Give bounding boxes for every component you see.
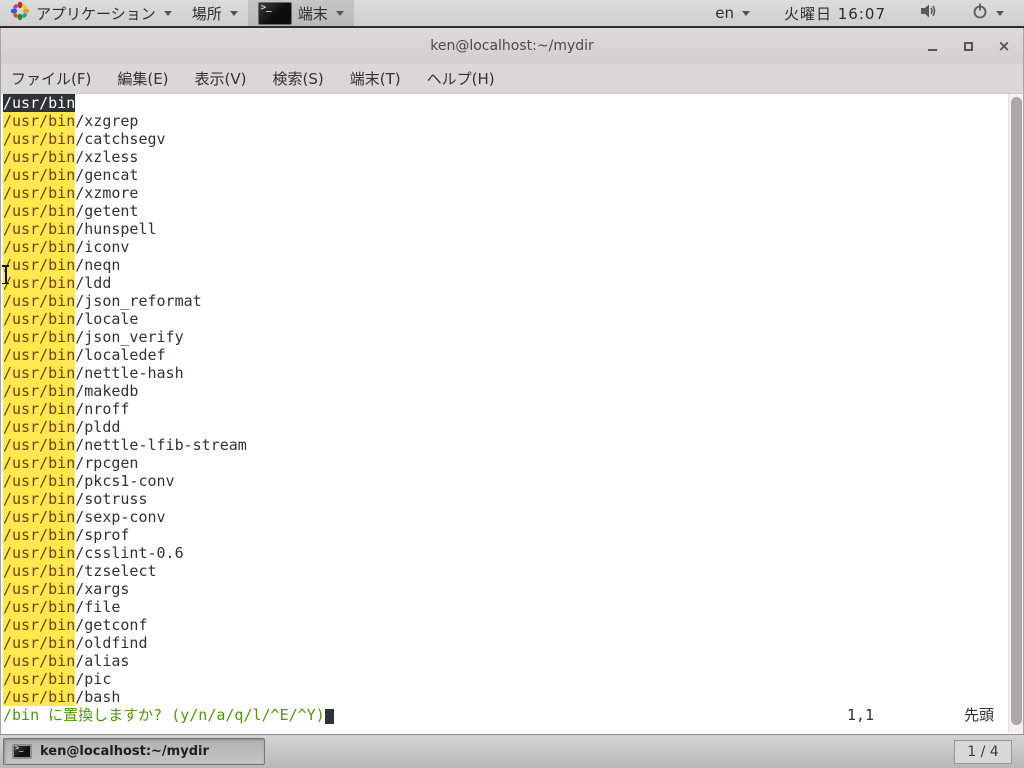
terminal-line: /usr/bin/nettle-lfib-stream <box>3 436 247 454</box>
menu-item-1[interactable]: 編集(E) <box>117 68 168 89</box>
clock[interactable]: 火曜日 16:07 <box>774 0 896 26</box>
terminal-line: /usr/bin/xargs <box>3 580 130 598</box>
terminal-line: /usr/bin/hunspell <box>3 220 157 238</box>
terminal-window-icon: >_ <box>257 1 292 25</box>
terminal-line: /usr/bin/nroff <box>3 400 130 418</box>
applications-menu[interactable]: アプリケーション <box>0 0 182 26</box>
terminal-app-menu[interactable]: >_ 端末 <box>247 0 354 26</box>
terminal-line: /usr/bin/makedb <box>3 382 139 400</box>
workspace-indicator-label: 1 / 4 <box>967 744 999 760</box>
terminal-line: /usr/bin/rpcgen <box>3 454 139 472</box>
terminal-line: /usr/bin/bash <box>3 688 121 706</box>
terminal-line: /usr/bin/pic <box>3 670 112 688</box>
terminal-line: /usr/bin/getent <box>3 202 139 220</box>
terminal-line: /usr/bin/catchsegv <box>3 130 166 148</box>
terminal-line: /usr/bin/sprof <box>3 526 130 544</box>
applications-menu-label: アプリケーション <box>36 4 156 23</box>
chevron-down-icon <box>163 10 172 16</box>
menu-item-2[interactable]: 表示(V) <box>195 68 247 89</box>
terminal-screen[interactable]: /usr/bin/usr/bin/xzgrep/usr/bin/catchseg… <box>1 94 1023 733</box>
terminal-line: /usr/bin/csslint-0.6 <box>3 544 184 562</box>
menu-item-3[interactable]: 検索(S) <box>273 68 324 89</box>
terminal-line: /usr/bin/localedef <box>3 346 166 364</box>
menu-item-0[interactable]: ファイル(F) <box>11 68 91 89</box>
terminal-menubar: ファイル(F) 編集(E) 表示(V) 検索(S) 端末(T) ヘルプ(H) <box>1 64 1023 94</box>
terminal-app-menu-label: 端末 <box>297 4 328 23</box>
close-button[interactable]: × <box>997 37 1011 55</box>
maximize-button[interactable] <box>961 39 975 53</box>
terminal-line: /usr/bin/sotruss <box>3 490 148 508</box>
terminal-line: /usr/bin/ldd <box>3 274 112 292</box>
vim-ruler: 1,1 <box>847 706 875 724</box>
chevron-down-icon <box>335 10 344 16</box>
terminal-line: /usr/bin/gencat <box>3 166 139 184</box>
menu-item-5[interactable]: ヘルプ(H) <box>427 68 495 89</box>
terminal-window: ken@localhost:~/mydir × ファイル(F) 編集(E) 表示(V… <box>0 28 1024 734</box>
task-button-terminal[interactable]: >_ ken@localhost:~/mydir <box>3 738 265 765</box>
terminal-line: /usr/bin/xzless <box>3 148 139 166</box>
workspace-switcher[interactable]: 1 / 4 <box>954 740 1012 764</box>
terminal-line: /usr/bin/json_verify <box>3 328 184 346</box>
terminal-line: /usr/bin/xzmore <box>3 184 139 202</box>
keyboard-layout-label: en <box>715 4 734 22</box>
top-panel: アプリケーション 場所 >_ 端末 en 火曜日 16:07 <box>0 0 1024 28</box>
clock-label: 火曜日 16:07 <box>784 4 886 23</box>
terminal-line: /usr/bin/tzselect <box>3 562 157 580</box>
places-menu[interactable]: 場所 <box>182 0 248 26</box>
chevron-down-icon <box>229 10 238 16</box>
terminal-line: /usr/bin/xzgrep <box>3 112 139 130</box>
minimize-button[interactable] <box>925 39 939 53</box>
keyboard-layout-indicator[interactable]: en <box>705 0 760 26</box>
menu-item-4[interactable]: 端末(T) <box>350 68 401 89</box>
scrollbar-thumb[interactable] <box>1011 97 1022 725</box>
terminal-line: /usr/bin/nettle-hash <box>3 364 184 382</box>
distro-flower-icon <box>10 1 30 25</box>
terminal-line: /usr/bin/oldfind <box>3 634 148 652</box>
terminal-line: /usr/bin/sexp-conv <box>3 508 166 526</box>
text-cursor <box>324 709 334 724</box>
terminal-line: /usr/bin/pldd <box>3 418 121 436</box>
terminal-output: /usr/bin/usr/bin/xzgrep/usr/bin/catchseg… <box>3 94 1023 706</box>
power-icon <box>972 3 988 23</box>
system-menu[interactable] <box>962 0 1014 26</box>
window-titlebar[interactable]: ken@localhost:~/mydir × <box>1 28 1023 64</box>
volume-control[interactable] <box>910 0 948 26</box>
terminal-line: /usr/bin/file <box>3 598 121 616</box>
window-title: ken@localhost:~/mydir <box>430 38 594 54</box>
task-button-label: ken@localhost:~/mydir <box>40 744 209 759</box>
terminal-line: /usr/bin/locale <box>3 310 139 328</box>
terminal-window-icon: >_ <box>12 744 32 759</box>
vim-position-indicator: 先頭 <box>964 706 995 724</box>
speaker-icon <box>920 3 938 23</box>
scrollbar[interactable] <box>1008 94 1023 733</box>
terminal-line: /usr/bin/json_reformat <box>3 292 202 310</box>
terminal-line: /usr/bin/alias <box>3 652 130 670</box>
terminal-line: /usr/bin/iconv <box>3 238 130 256</box>
mouse-ibeam-cursor <box>1 264 10 285</box>
chevron-down-icon <box>996 10 1004 16</box>
chevron-down-icon <box>742 10 750 16</box>
terminal-line: /usr/bin <box>3 94 76 112</box>
places-menu-label: 場所 <box>191 4 222 23</box>
taskbar: >_ ken@localhost:~/mydir 1 / 4 <box>0 734 1024 768</box>
terminal-line: /usr/bin/neqn <box>3 256 121 274</box>
terminal-line: /usr/bin/pkcs1-conv <box>3 472 175 490</box>
terminal-line: /usr/bin/getconf <box>3 616 148 634</box>
